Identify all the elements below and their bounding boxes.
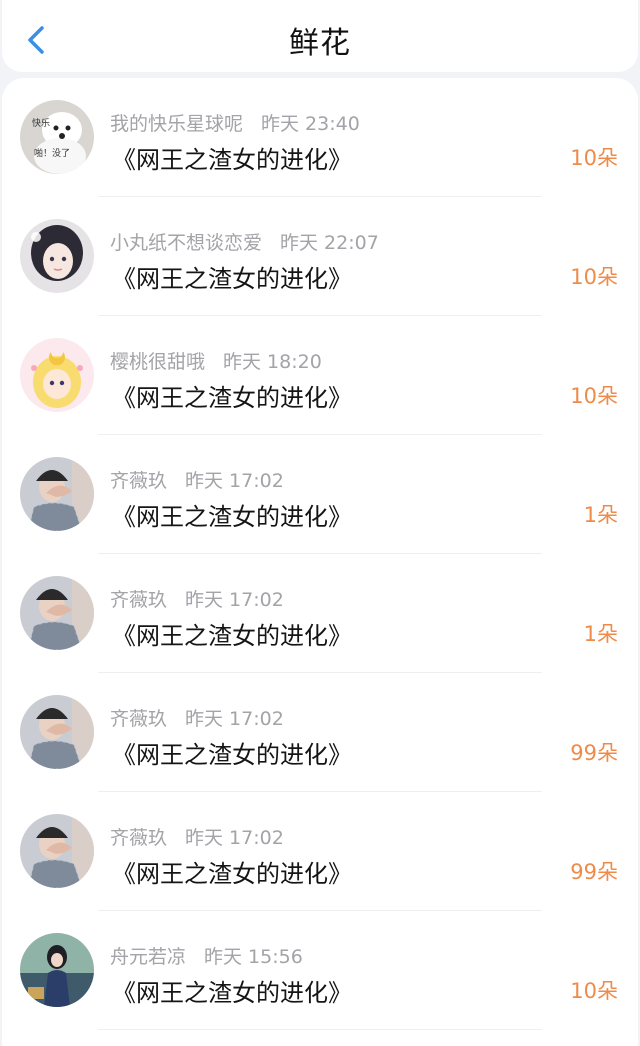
timestamp: 昨天 17:02 (185, 827, 284, 849)
item-meta: 小丸纸不想谈恋爱 昨天 22:07 (110, 228, 379, 255)
flower-count: 10朵 (570, 384, 618, 408)
list-item[interactable]: 樱桃很甜哦 昨天 18:20 《网王之渣女的进化》 10朵 (2, 316, 638, 435)
book-title[interactable]: 《网王之渣女的进化》 (112, 854, 352, 889)
list-item[interactable]: 齐薇玖 昨天 17:02 《网王之渣女的进化》 99朵 (2, 673, 638, 792)
timestamp: 昨天 17:02 (185, 470, 284, 492)
divider (98, 1029, 542, 1030)
anime-girl-avatar[interactable] (20, 219, 94, 293)
book-title[interactable]: 《网王之渣女的进化》 (112, 497, 352, 532)
list-item[interactable]: 齐薇玖 昨天 17:02 《网王之渣女的进化》 99朵 (2, 792, 638, 911)
top-bar: 鲜花 (2, 0, 638, 72)
user-name[interactable]: 齐薇玖 (110, 589, 167, 611)
flower-count: 99朵 (570, 860, 618, 884)
book-title[interactable]: 《网王之渣女的进化》 (112, 973, 352, 1008)
timestamp: 昨天 23:40 (261, 113, 360, 135)
user-name[interactable]: 齐薇玖 (110, 470, 167, 492)
flower-list: 快乐 啪！没了 我的快乐星球呢 昨天 23:40 《网王之渣女的进化》 10朵 小… (2, 78, 638, 1046)
item-meta: 齐薇玖 昨天 17:02 (110, 585, 284, 612)
user-name[interactable]: 我的快乐星球呢 (110, 113, 243, 135)
item-meta: 齐薇玖 昨天 17:02 (110, 823, 284, 850)
timestamp: 昨天 18:20 (223, 351, 322, 373)
item-meta: 樱桃很甜哦 昨天 18:20 (110, 347, 322, 374)
flower-count: 1朵 (583, 622, 618, 646)
heart-hands-avatar[interactable] (20, 695, 94, 769)
page-title: 鲜花 (289, 26, 351, 61)
flower-count: 10朵 (570, 265, 618, 289)
user-name[interactable]: 舟元若凉 (110, 946, 186, 968)
heart-hands-avatar[interactable] (20, 576, 94, 650)
sailor-moon-avatar[interactable] (20, 338, 94, 412)
book-title[interactable]: 《网王之渣女的进化》 (112, 735, 352, 770)
timestamp: 昨天 17:02 (185, 708, 284, 730)
book-title[interactable]: 《网王之渣女的进化》 (112, 616, 352, 651)
book-title[interactable]: 《网王之渣女的进化》 (112, 378, 352, 413)
timestamp: 昨天 17:02 (185, 589, 284, 611)
timestamp: 昨天 22:07 (280, 232, 379, 254)
item-meta: 齐薇玖 昨天 17:02 (110, 704, 284, 731)
timestamp: 昨天 15:56 (204, 946, 303, 968)
list-item[interactable]: 舟元若凉 昨天 15:56 《网王之渣女的进化》 10朵 (2, 911, 638, 1030)
book-title[interactable]: 《网王之渣女的进化》 (112, 259, 352, 294)
flower-count: 99朵 (570, 741, 618, 765)
user-name[interactable]: 小丸纸不想谈恋爱 (110, 232, 262, 254)
item-meta: 我的快乐星球呢 昨天 23:40 (110, 109, 360, 136)
item-meta: 舟元若凉 昨天 15:56 (110, 942, 303, 969)
girl-illustration-avatar[interactable] (20, 933, 94, 1007)
user-name[interactable]: 樱桃很甜哦 (110, 351, 205, 373)
heart-hands-avatar[interactable] (20, 457, 94, 531)
heart-hands-avatar[interactable] (20, 814, 94, 888)
list-item[interactable]: 快乐 啪！没了 我的快乐星球呢 昨天 23:40 《网王之渣女的进化》 10朵 (2, 78, 638, 197)
list-item[interactable]: 小丸纸不想谈恋爱 昨天 22:07 《网王之渣女的进化》 10朵 (2, 197, 638, 316)
list-item[interactable]: 齐薇玖 昨天 17:02 《网王之渣女的进化》 1朵 (2, 435, 638, 554)
flower-count: 10朵 (570, 979, 618, 1003)
item-meta: 齐薇玖 昨天 17:02 (110, 466, 284, 493)
user-name[interactable]: 齐薇玖 (110, 827, 167, 849)
svg-text:快乐: 快乐 (32, 117, 50, 129)
list-item[interactable]: 齐薇玖 昨天 17:02 《网王之渣女的进化》 1朵 (2, 554, 638, 673)
flower-count: 10朵 (570, 146, 618, 170)
book-title[interactable]: 《网王之渣女的进化》 (112, 140, 352, 175)
svg-text:啪！没了: 啪！没了 (34, 147, 70, 159)
flower-count: 1朵 (583, 503, 618, 527)
white-dog-avatar[interactable]: 快乐 啪！没了 (20, 100, 94, 174)
user-name[interactable]: 齐薇玖 (110, 708, 167, 730)
